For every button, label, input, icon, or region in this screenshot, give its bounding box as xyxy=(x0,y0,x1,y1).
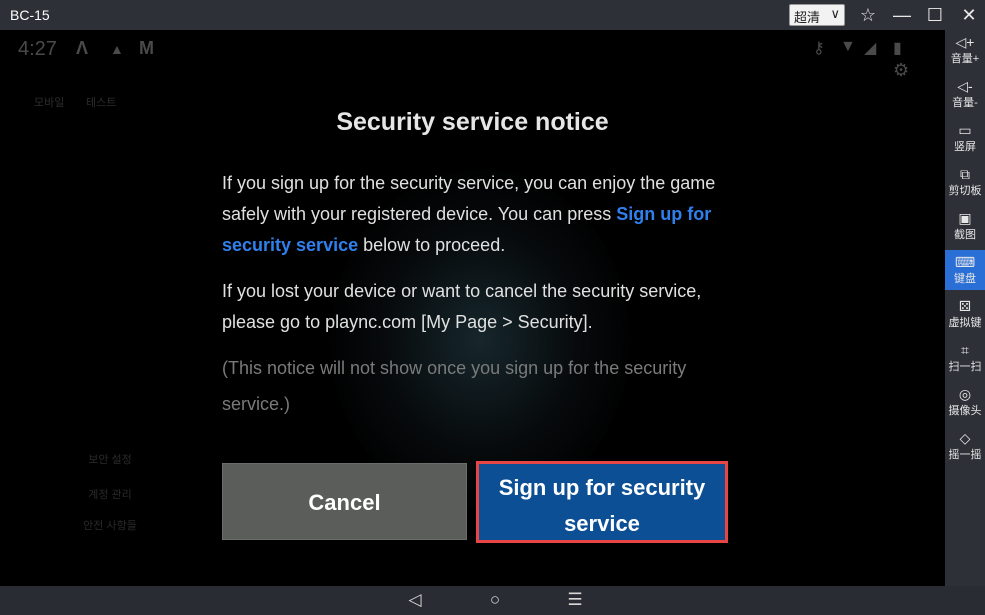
portrait-button[interactable]: ▭ 竖屏 xyxy=(945,118,985,158)
battery-icon: ▮ xyxy=(893,40,902,57)
camera-button[interactable]: ◎ 摄像头 xyxy=(945,382,985,422)
volume-down-button[interactable]: ◁- 音量- xyxy=(945,74,985,114)
rail-label: 音量- xyxy=(952,97,978,109)
background-menu-item: 보안 설정 xyxy=(88,454,132,466)
status-clock: 4:27 xyxy=(18,38,57,60)
volume-up-icon: ◁+ xyxy=(955,34,975,50)
dialog-paragraph-signup: If you sign up for the security service,… xyxy=(222,168,722,261)
shake-button[interactable]: ◇ 摇一摇 xyxy=(945,426,985,466)
background-menu-item: 계정 관리 xyxy=(88,489,132,501)
volume-up-button[interactable]: ◁+ 音量+ xyxy=(945,30,985,70)
shake-icon: ◇ xyxy=(959,430,971,446)
clipboard-button[interactable]: ⧉ 剪切板 xyxy=(945,162,985,202)
notification-icon: Λ xyxy=(76,38,89,58)
signal-icon: ◢ xyxy=(864,40,877,57)
dialog-text: below to proceed. xyxy=(358,235,506,255)
dialog-title: Security service notice xyxy=(336,108,609,136)
window-title: BC-15 xyxy=(10,7,50,23)
quality-select[interactable]: 超清 ∨ xyxy=(789,4,845,26)
tool-rail: ◁+ 音量+ ◁- 音量- ▭ 竖屏 ⧉ 剪切板 ▣ 截图 ⌨ 键盘 ⚄ 虚拟键… xyxy=(945,30,985,586)
rail-label: 虚拟键 xyxy=(948,317,982,329)
dialog-paragraph-cancel: If you lost your device or want to cance… xyxy=(222,281,702,332)
rail-label: 剪切板 xyxy=(948,185,982,197)
signup-security-button[interactable]: Sign up for security service xyxy=(476,461,728,543)
chevron-down-icon: ∨ xyxy=(830,6,840,21)
screenshot-icon: ▣ xyxy=(958,210,972,226)
notification-icon: M xyxy=(139,38,154,58)
keyboard-button[interactable]: ⌨ 键盘 xyxy=(945,250,985,290)
wifi-icon: ▼ xyxy=(840,38,856,55)
rail-label: 键盘 xyxy=(954,273,976,285)
scan-icon: ⌗ xyxy=(961,342,969,358)
virtual-keys-button[interactable]: ⚄ 虚拟键 xyxy=(945,294,985,334)
portrait-icon: ▭ xyxy=(958,122,972,138)
rail-label: 截图 xyxy=(954,229,976,241)
rail-label: 摇一摇 xyxy=(948,449,982,461)
pin-icon[interactable]: ☆ xyxy=(856,3,880,27)
android-nav-bar: ◁ ○ ☰ xyxy=(0,586,945,615)
dialog-paragraph-note: (This notice will not show once you sign… xyxy=(222,358,687,414)
scan-button[interactable]: ⌗ 扫一扫 xyxy=(945,338,985,378)
rail-label: 摄像头 xyxy=(948,405,982,417)
rail-label: 音量+ xyxy=(950,53,980,65)
maximize-button[interactable]: ☐ xyxy=(923,3,947,27)
minimize-button[interactable]: — xyxy=(890,3,914,27)
virtual-keys-icon: ⚄ xyxy=(958,298,972,314)
key-icon: ⚷ xyxy=(813,40,825,57)
cancel-button[interactable]: Cancel xyxy=(222,463,467,540)
notification-icon: ▲ xyxy=(110,41,124,57)
rail-footer xyxy=(945,586,985,615)
screenshot-button[interactable]: ▣ 截图 xyxy=(945,206,985,246)
window-titlebar: BC-15 超清 ∨ ☆ — ☐ ✕ xyxy=(0,0,985,30)
back-icon[interactable]: ◁ xyxy=(404,590,426,610)
close-button[interactable]: ✕ xyxy=(957,3,981,27)
quality-select-value: 超清 xyxy=(794,10,821,25)
camera-icon: ◎ xyxy=(958,386,972,402)
rail-label: 扫一扫 xyxy=(948,361,982,373)
keyboard-icon: ⌨ xyxy=(954,254,976,270)
menu-icon[interactable]: ☰ xyxy=(564,590,586,610)
background-menu-item: 안전 사항들 xyxy=(83,520,137,532)
android-status-bar: 4:27 Λ ▲ M ⚷ ▼ ◢ ▮ xyxy=(0,30,945,70)
home-icon[interactable]: ○ xyxy=(484,590,506,610)
clipboard-icon: ⧉ xyxy=(960,166,970,182)
rail-label: 竖屏 xyxy=(954,141,976,153)
settings-icon: ⚙ xyxy=(893,60,910,80)
volume-down-icon: ◁- xyxy=(957,78,973,94)
emulator-screen: 4:27 Λ ▲ M ⚷ ▼ ◢ ▮ ⚙ 모바일 테스트 보안 설정 계정 관리… xyxy=(0,30,945,586)
